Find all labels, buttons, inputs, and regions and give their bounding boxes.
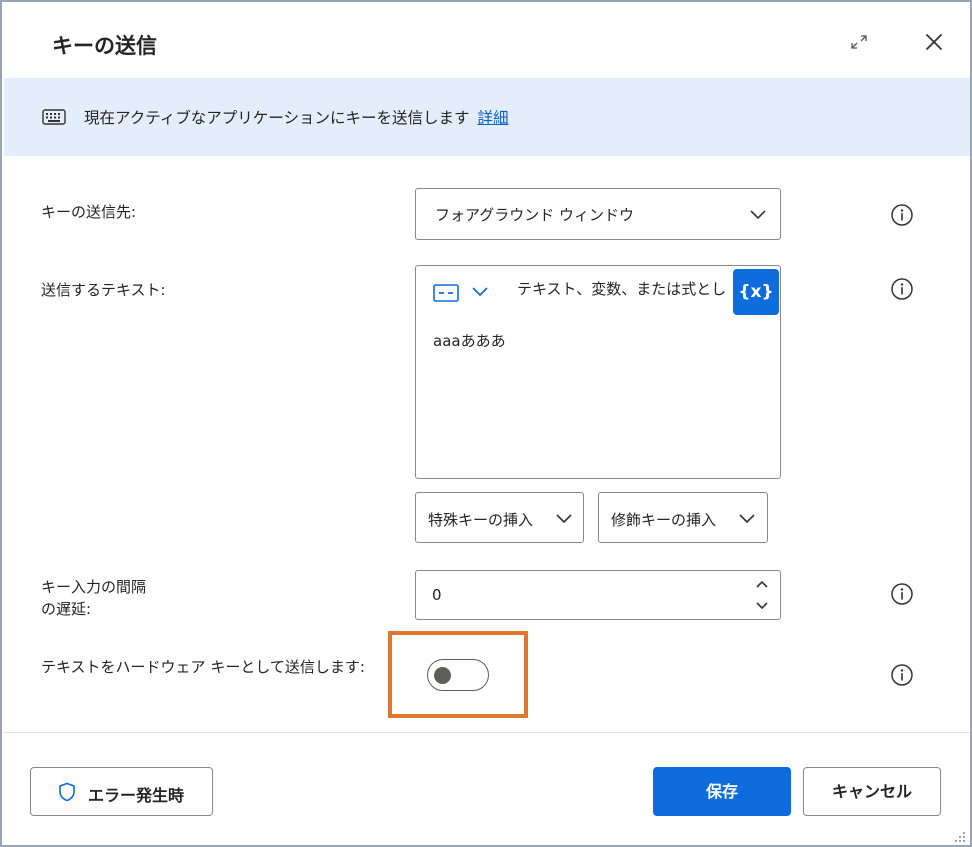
chevron-down-icon[interactable] — [471, 286, 489, 298]
insert-modifier-key-dropdown[interactable]: 修飾キーの挿入 — [598, 492, 768, 543]
shield-icon — [59, 782, 75, 802]
insert-special-key-label: 特殊キーの挿入 — [428, 511, 534, 529]
info-icon[interactable] — [890, 277, 914, 301]
target-label: キーの送信先: — [41, 203, 137, 221]
delay-label-line1: キー入力の間隔 — [41, 578, 147, 596]
target-value: フォアグラウンド ウィンドウ — [435, 206, 635, 224]
resize-grip-icon[interactable] — [949, 826, 967, 844]
text-to-send-input[interactable]: テキスト、変数、または式とし {x} aaaあああ — [415, 265, 781, 479]
text-value: aaaあああ — [433, 332, 506, 350]
dialog-title: キーの送信 — [52, 34, 157, 58]
text-format-icon[interactable] — [433, 283, 459, 303]
insert-variable-button[interactable]: {x} — [733, 269, 779, 315]
details-link[interactable]: 詳細 — [478, 109, 509, 127]
close-icon[interactable] — [923, 31, 945, 53]
toggle-knob — [434, 667, 451, 684]
save-button[interactable]: 保存 — [653, 767, 791, 816]
text-label: 送信するテキスト: — [41, 281, 166, 299]
chevron-up-icon[interactable] — [754, 577, 770, 591]
info-text: 現在アクティブなアプリケーションにキーを送信します 詳細 — [84, 106, 509, 128]
send-keys-dialog: キーの送信 現在アクティブなアプリケーションにキーを送信します 詳細 キーの送信先… — [0, 0, 972, 847]
chevron-down-icon[interactable] — [754, 599, 770, 613]
footer-divider — [4, 732, 970, 733]
delay-input[interactable]: 0 — [415, 570, 781, 620]
insert-modifier-key-label: 修飾キーの挿入 — [611, 511, 717, 529]
insert-special-key-dropdown[interactable]: 特殊キーの挿入 — [415, 492, 584, 543]
keyboard-icon — [42, 109, 66, 125]
hardware-keys-label: テキストをハードウェア キーとして送信します: — [41, 658, 365, 676]
chevron-down-icon — [556, 514, 572, 524]
delay-value: 0 — [432, 586, 442, 604]
hardware-keys-toggle[interactable] — [427, 659, 489, 691]
chevron-down-icon — [750, 210, 766, 220]
expand-icon[interactable] — [848, 32, 870, 52]
on-error-button[interactable]: エラー発生時 — [30, 767, 213, 816]
info-description: 現在アクティブなアプリケーションにキーを送信します — [84, 109, 470, 127]
info-icon[interactable] — [890, 582, 914, 606]
info-bar: 現在アクティブなアプリケーションにキーを送信します 詳細 — [4, 78, 970, 156]
on-error-label: エラー発生時 — [88, 786, 185, 805]
cancel-button[interactable]: キャンセル — [803, 767, 941, 816]
target-dropdown[interactable]: フォアグラウンド ウィンドウ — [415, 188, 781, 240]
delay-label-line2: の遅延: — [41, 600, 92, 618]
chevron-down-icon — [739, 514, 755, 524]
info-icon[interactable] — [890, 663, 914, 687]
text-placeholder: テキスト、変数、または式とし — [517, 280, 727, 298]
info-icon[interactable] — [890, 203, 914, 227]
